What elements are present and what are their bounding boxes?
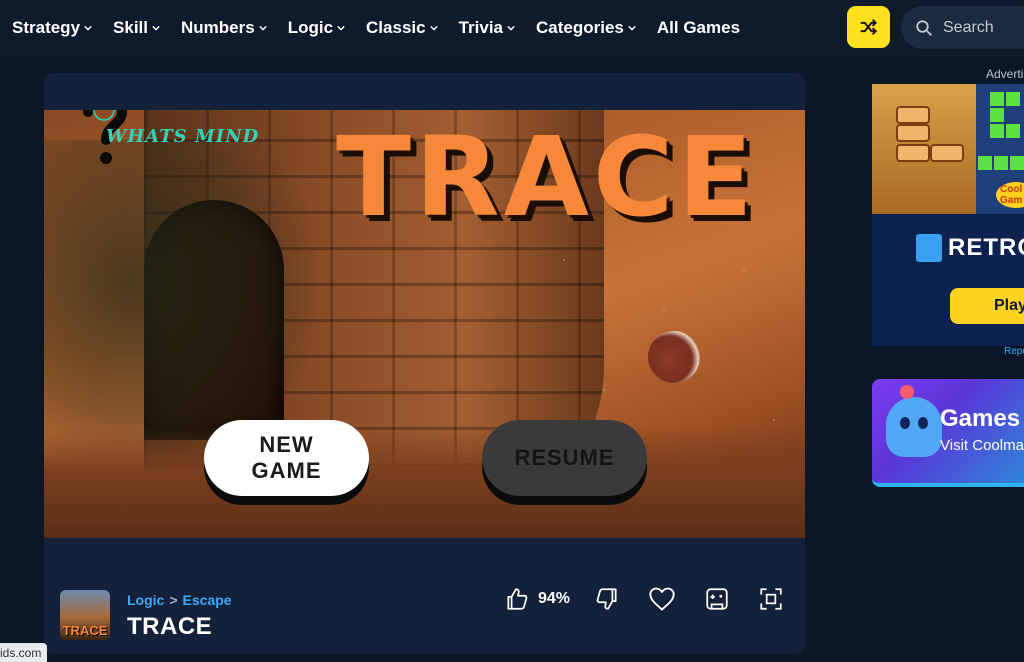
nav-item-label: Trivia <box>458 18 503 37</box>
thumbnail-title: TRACE <box>62 623 108 638</box>
search-placeholder: Search <box>943 18 994 36</box>
octopus-mascot-icon <box>886 397 942 457</box>
breadcrumb-separator: > <box>169 592 178 608</box>
nav-item-label: Logic <box>287 18 334 37</box>
play-mode-button[interactable] <box>704 586 730 612</box>
crate-graphic <box>930 144 964 162</box>
ad-play-button[interactable]: Play <box>950 288 1024 324</box>
tetris-block-graphic <box>990 108 1004 122</box>
tetris-block-graphic <box>1006 124 1020 138</box>
moon-scenery <box>648 331 700 383</box>
dislike-button[interactable] <box>594 586 620 612</box>
fullscreen-icon <box>760 588 782 610</box>
tetris-block-graphic <box>990 124 1004 138</box>
nav-item-classic[interactable]: Classic <box>366 18 438 38</box>
tetris-block-graphic <box>990 92 1004 106</box>
fullscreen-button[interactable] <box>758 586 784 612</box>
like-percentage: 94% <box>538 590 571 607</box>
mascot-eye <box>900 417 910 429</box>
mascot-eye <box>918 417 928 429</box>
nav-item-label: Classic <box>366 18 426 37</box>
nav-item-logic[interactable]: Logic <box>288 18 345 38</box>
ground-scenery <box>44 428 805 538</box>
search-input[interactable]: Search <box>901 6 1024 49</box>
chevron-down-icon <box>429 25 438 31</box>
resume-button[interactable]: RESUME <box>482 420 647 496</box>
nav-item-label: Numbers <box>181 18 255 37</box>
chevron-down-icon <box>337 25 345 31</box>
game-canvas[interactable]: TRACE WHATS MIND NEW GAME RESUME <box>44 110 805 538</box>
thumbs-down-icon <box>596 588 617 610</box>
coolmath-badge: Cool Gam <box>996 182 1024 208</box>
tetris-block-graphic <box>1010 156 1024 170</box>
game-info-bar: TRACE Logic > Escape TRACE 94% <box>44 538 805 654</box>
like-button[interactable] <box>504 586 530 612</box>
crate-graphic <box>896 144 930 162</box>
breadcrumb: Logic > Escape <box>127 592 232 608</box>
nav-item-label: Categories <box>536 18 624 37</box>
nav-item-numbers[interactable]: Numbers <box>181 18 267 38</box>
new-game-label-line2: GAME <box>251 458 322 483</box>
random-game-button[interactable] <box>847 6 890 48</box>
search-icon <box>916 19 932 36</box>
mascot-pompom-icon <box>900 385 914 399</box>
heart-icon <box>649 587 675 611</box>
breadcrumb-subcategory[interactable]: Escape <box>183 592 232 608</box>
new-game-button[interactable]: NEW GAME <box>204 420 369 496</box>
ad2-subtitle: Visit Coolma <box>940 437 1024 454</box>
nav-item-categories[interactable]: Categories <box>536 18 636 38</box>
game-thumbnail: TRACE <box>60 590 110 640</box>
game-logo-title: TRACE <box>336 113 757 241</box>
gamepad-icon <box>706 588 728 610</box>
favorite-button[interactable] <box>648 586 676 612</box>
resume-label: RESUME <box>514 445 615 470</box>
nav-item-label: All Games <box>656 18 741 37</box>
game-actions: 94% <box>504 586 784 612</box>
nav-item-label: Skill <box>113 18 148 37</box>
advertisement-label: Advertisement <box>986 67 1024 81</box>
ad-banner-coolmath[interactable]: Games Visit Coolma <box>872 379 1024 487</box>
shuffle-icon <box>860 19 877 35</box>
arcade-cabinet-icon <box>916 234 942 262</box>
nav-item-strategy[interactable]: Strategy <box>12 18 92 38</box>
crate-graphic <box>896 124 930 142</box>
nav-menu: Strategy Skill Numbers Logic Classic Tri… <box>0 18 761 38</box>
nav-item-skill[interactable]: Skill <box>113 18 160 38</box>
ad2-title: Games <box>940 405 1021 432</box>
tetris-block-graphic <box>978 156 992 170</box>
report-ad-link[interactable]: Report <box>1004 346 1024 357</box>
chevron-down-icon <box>507 25 515 31</box>
crate-graphic <box>896 106 930 124</box>
ad1-title: RETRO <box>948 234 1024 261</box>
tetris-block-graphic <box>1006 92 1020 106</box>
tetris-block-graphic <box>994 156 1008 170</box>
ad-play-label: Play <box>994 297 1024 314</box>
chevron-down-icon <box>628 25 636 31</box>
nav-item-all-games[interactable]: All Games <box>657 18 740 38</box>
nav-item-label: Strategy <box>12 18 81 37</box>
developer-brand-text: WHATS MIND <box>106 126 260 147</box>
breadcrumb-category[interactable]: Logic <box>127 592 164 608</box>
thumbs-up-icon <box>507 588 528 610</box>
status-bar-url: ids.com <box>0 643 48 662</box>
chevron-down-icon <box>258 25 267 31</box>
game-title: TRACE <box>127 613 213 640</box>
top-navbar: Strategy Skill Numbers Logic Classic Tri… <box>0 0 1024 56</box>
ad1-crate-artwork <box>872 84 976 214</box>
game-card: TRACE WHATS MIND NEW GAME RESUME TRACE L… <box>44 73 805 654</box>
nav-item-trivia[interactable]: Trivia <box>459 18 515 38</box>
chevron-down-icon <box>84 25 92 31</box>
new-game-label-line1: NEW <box>259 432 314 457</box>
ad-banner-retro[interactable]: Cool Gam RETRO Play <box>872 84 1024 346</box>
chevron-down-icon <box>152 25 160 31</box>
